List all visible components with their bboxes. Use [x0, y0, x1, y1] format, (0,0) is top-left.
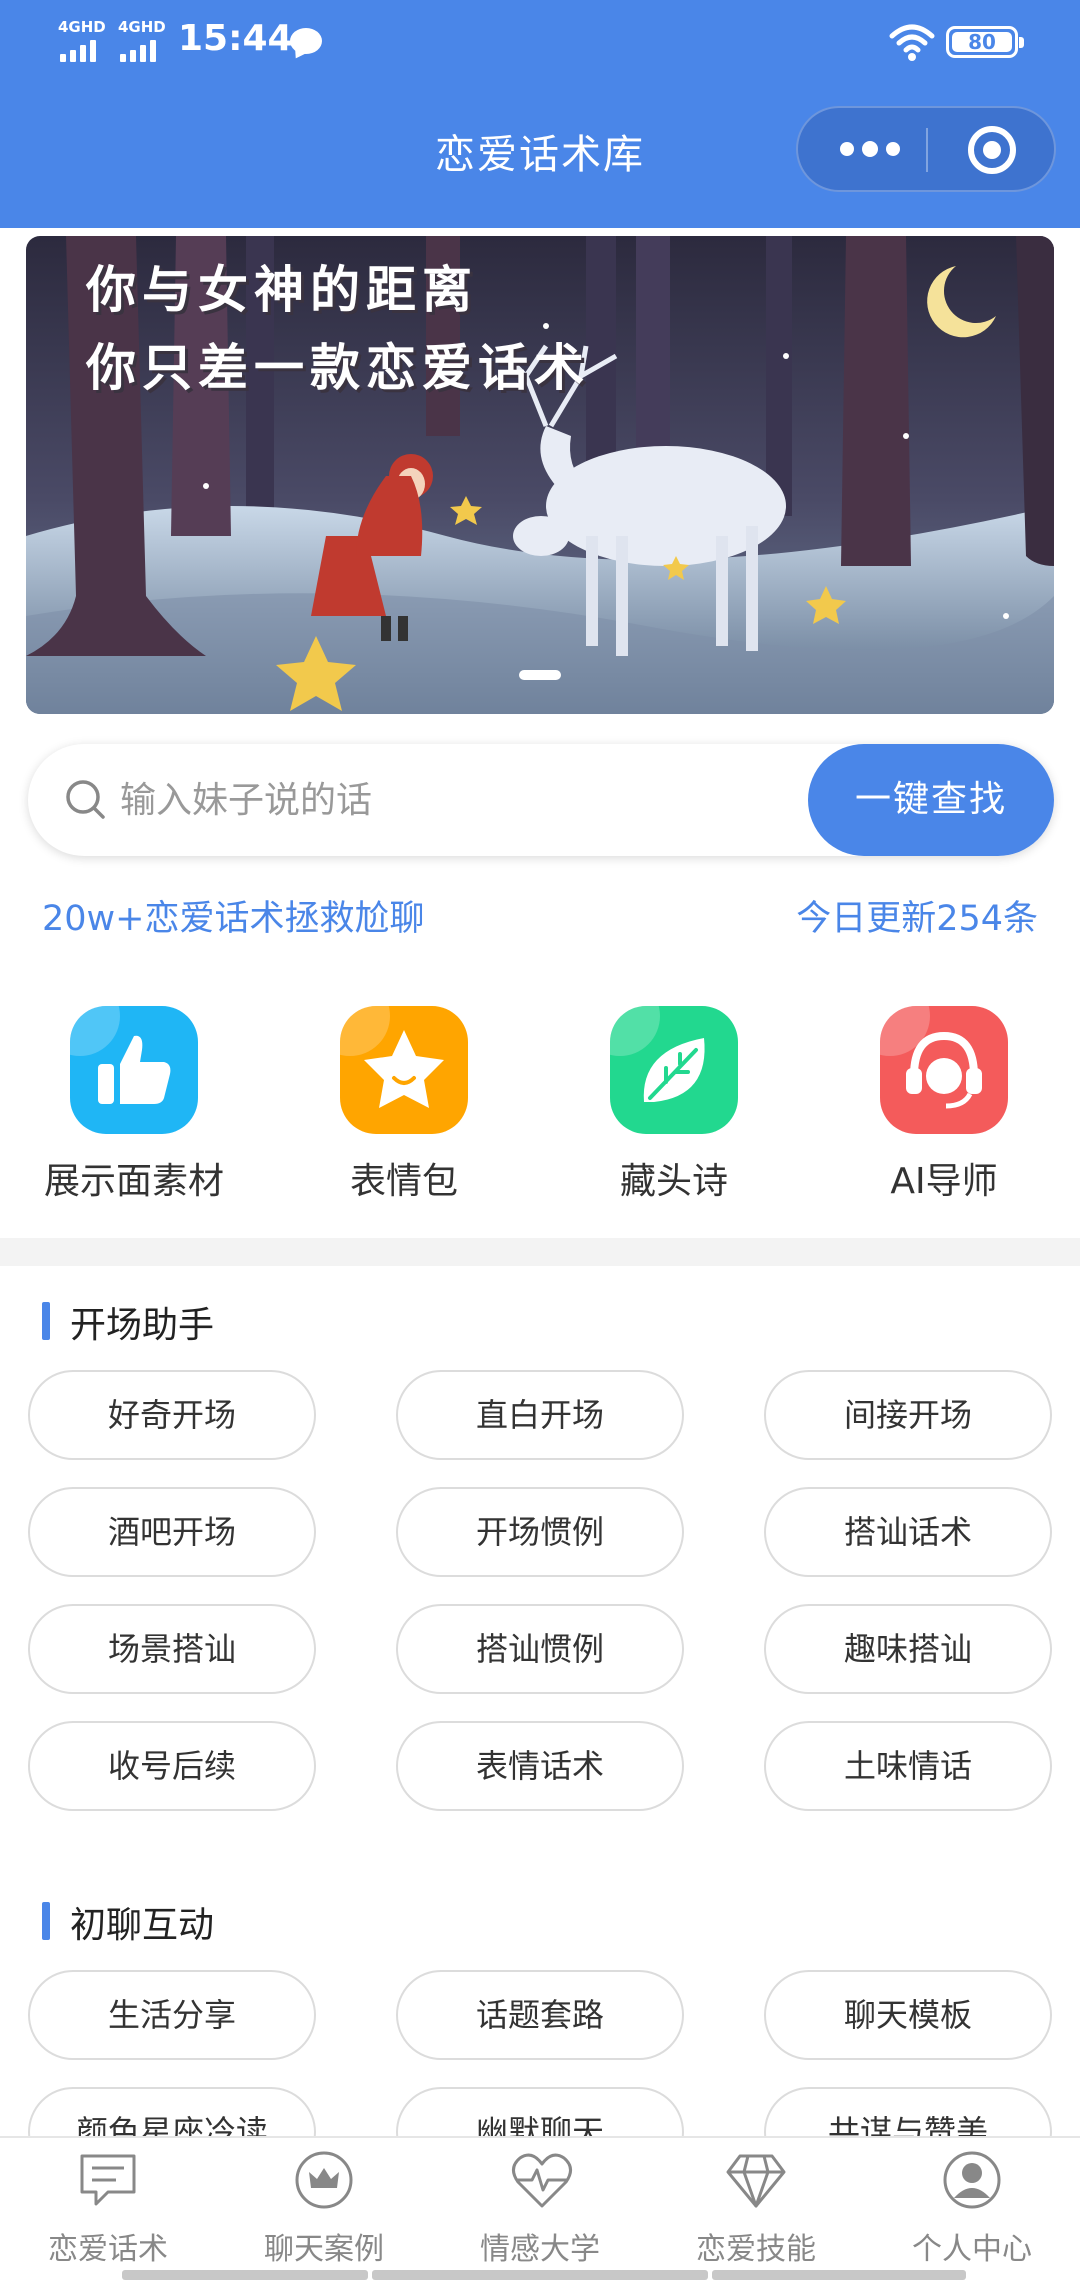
tag-button[interactable]: 收号后续	[28, 1721, 316, 1811]
tag-button[interactable]: 直白开场	[396, 1370, 684, 1460]
network-type-1: 4GHD	[58, 18, 106, 36]
signal-bars-icon	[60, 40, 104, 62]
promo-banner[interactable]: 你与女神的距离 你只差一款恋爱话术	[26, 236, 1054, 714]
home-indicator	[122, 2270, 368, 2280]
top-bar: 4GHD 4GHD 15:44 80 恋爱话术库	[0, 0, 1080, 228]
miniprogram-capsule	[796, 106, 1056, 192]
diamond-icon	[726, 2154, 786, 2208]
tab-love-skills[interactable]: 恋爱技能	[648, 2150, 864, 2270]
carousel-indicator	[519, 670, 561, 680]
leaf-icon	[610, 1006, 738, 1134]
tag-button[interactable]: 场景搭讪	[28, 1604, 316, 1694]
tag-button[interactable]: 趣味搭讪	[764, 1604, 1052, 1694]
network-type-2: 4GHD	[118, 18, 166, 36]
tab-label: 恋爱技能	[696, 2232, 816, 2267]
tag-button[interactable]: 土味情话	[764, 1721, 1052, 1811]
capsule-divider	[926, 128, 928, 172]
tab-label: 聊天案例	[264, 2232, 384, 2267]
tag-button[interactable]: 聊天模板	[764, 1970, 1052, 2060]
quick-menu-ai-tutor[interactable]: AI导师	[824, 1006, 1064, 1206]
tag-button[interactable]: 好奇开场	[28, 1370, 316, 1460]
banner-headline-2: 你只差一款恋爱话术	[86, 338, 590, 397]
tag-button[interactable]: 搭讪话术	[764, 1487, 1052, 1577]
tab-label: 情感大学	[480, 2232, 600, 2267]
quick-menu-label: 表情包	[349, 1161, 458, 1202]
home-indicator	[712, 2270, 966, 2280]
status-bar: 4GHD 4GHD 15:44 80	[0, 0, 1080, 84]
quick-menu-label: AI导师	[890, 1161, 998, 1202]
tab-love-phrases[interactable]: 恋爱话术	[0, 2150, 216, 2270]
section-title-opening: 开场助手	[42, 1296, 214, 1348]
battery-icon: 80	[946, 26, 1024, 58]
tab-emotion-university[interactable]: 情感大学	[432, 2150, 648, 2270]
section-title-first-chat: 初聊互动	[42, 1896, 214, 1948]
battery-level: 80	[968, 30, 996, 54]
stats-total: 20w+恋爱话术拯救尬聊	[42, 899, 425, 939]
more-options-icon[interactable]	[840, 141, 900, 158]
headset-icon	[880, 1006, 1008, 1134]
tag-button[interactable]: 开场惯例	[396, 1487, 684, 1577]
tag-button[interactable]: 搭讪惯例	[396, 1604, 684, 1694]
tab-profile[interactable]: 个人中心	[864, 2150, 1080, 2270]
search-icon	[66, 780, 105, 819]
tab-label: 个人中心	[912, 2232, 1032, 2267]
signal-bars-icon	[120, 40, 164, 62]
close-miniprogram-icon[interactable]	[968, 126, 1016, 174]
crown-icon	[295, 2151, 353, 2209]
quick-menu-label: 藏头诗	[619, 1161, 728, 1202]
user-icon	[943, 2151, 1001, 2209]
tab-label: 恋爱话术	[48, 2232, 168, 2267]
stats-updated-today: 今日更新254条	[796, 899, 1038, 939]
chat-icon	[80, 2154, 136, 2206]
thumbs-up-icon	[70, 1006, 198, 1134]
search-button[interactable]: 一键查找	[808, 744, 1054, 856]
section-divider	[0, 1238, 1080, 1266]
tag-button[interactable]: 生活分享	[28, 1970, 316, 2060]
wifi-icon	[889, 24, 935, 61]
star-icon	[340, 1006, 468, 1134]
tag-button[interactable]: 表情话术	[396, 1721, 684, 1811]
banner-headline-1: 你与女神的距离	[86, 260, 478, 319]
quick-menu-showcase[interactable]: 展示面素材	[14, 1006, 254, 1206]
tag-button[interactable]: 酒吧开场	[28, 1487, 316, 1577]
tag-button[interactable]: 间接开场	[764, 1370, 1052, 1460]
heart-pulse-icon	[512, 2153, 572, 2208]
tag-button[interactable]: 话题套路	[396, 1970, 684, 2060]
message-notification-icon	[290, 28, 322, 54]
tab-chat-cases[interactable]: 聊天案例	[216, 2150, 432, 2270]
quick-menu-stickers[interactable]: 表情包	[284, 1006, 524, 1206]
quick-menu-label: 展示面素材	[43, 1161, 224, 1202]
bottom-tab-bar: 恋爱话术 聊天案例 情感大学 恋爱技能 个人中心	[0, 2136, 1080, 2280]
search-input[interactable]	[120, 770, 720, 830]
status-time: 15:44	[178, 18, 293, 59]
quick-menu-acrostic[interactable]: 藏头诗	[554, 1006, 794, 1206]
home-indicator	[372, 2270, 708, 2280]
